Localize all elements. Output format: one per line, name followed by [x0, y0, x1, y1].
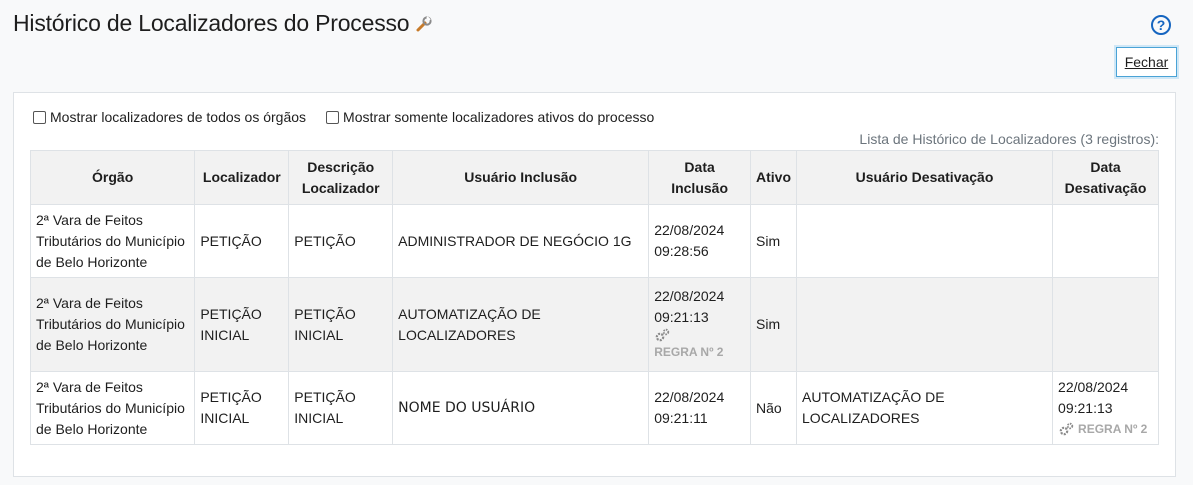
table-header-row: Órgão Localizador Descrição Localizador … — [29, 150, 1159, 205]
data-desativacao-time: 09:21:13 — [1058, 399, 1113, 416]
col-ativo[interactable]: Ativo — [750, 150, 798, 205]
cell-usuario-desativacao — [796, 204, 1054, 278]
show-all-orgs-label: Mostrar localizadores de todos os órgãos — [50, 109, 307, 125]
cell-descricao: PETIÇÃO — [288, 204, 394, 278]
cell-usuario-inclusao: ADMINISTRADOR DE NEGÓCIO 1G — [392, 204, 650, 278]
table-row: 2ª Vara de Feitos Tributários do Municíp… — [29, 277, 1159, 372]
cell-localizador: PETIÇÃO INICIAL — [194, 277, 290, 372]
table-row: 2ª Vara de Feitos Tributários do Municíp… — [29, 204, 1159, 278]
show-all-orgs-checkbox[interactable]: Mostrar localizadores de todos os órgãos — [33, 109, 306, 125]
cell-descricao: PETIÇÃO INICIAL — [288, 371, 394, 445]
page-title-text: Histórico de Localizadores do Processo — [13, 10, 410, 36]
cell-orgao: 2ª Vara de Feitos Tributários do Municíp… — [29, 204, 196, 278]
cell-usuario-inclusao: AUTOMATIZAÇÃO DE LOCALIZADORES — [392, 277, 650, 372]
cell-orgao: 2ª Vara de Feitos Tributários do Municíp… — [29, 277, 196, 372]
cell-descricao: PETIÇÃO INICIAL — [288, 277, 394, 372]
cell-orgao: 2ª Vara de Feitos Tributários do Municíp… — [29, 371, 196, 445]
cell-localizador: PETIÇÃO INICIAL — [194, 371, 290, 445]
data-inclusao-time: 09:21:11 — [654, 410, 708, 426]
cell-ativo: Sim — [750, 277, 798, 372]
gears-icon — [1059, 422, 1074, 436]
col-usuario-inclusao[interactable]: Usuário Inclusão — [392, 150, 650, 205]
gears-icon — [655, 328, 670, 342]
cell-usuario-desativacao — [796, 277, 1054, 372]
show-active-only-label: Mostrar somente localizadores ativos do … — [343, 109, 655, 125]
close-button[interactable]: Fechar — [1116, 47, 1177, 77]
cell-data-desativacao — [1052, 277, 1159, 372]
automation-rule: REGRA Nº 2 — [1058, 419, 1153, 440]
show-active-only-checkbox[interactable]: Mostrar somente localizadores ativos do … — [326, 109, 654, 125]
cell-data-desativacao: 22/08/2024 09:21:13 REGRA Nº 2 — [1052, 371, 1159, 445]
data-inclusao-time: 09:28:56 — [654, 243, 709, 259]
wrench-icon[interactable] — [415, 15, 433, 33]
cell-ativo: Não — [750, 371, 798, 445]
checkbox-box[interactable] — [326, 110, 340, 124]
automation-rule-label: REGRA Nº 2 — [654, 345, 724, 359]
col-orgao[interactable]: Órgão — [29, 150, 196, 205]
filter-options: Mostrar localizadores de todos os órgãos… — [33, 109, 654, 125]
automation-rule-label: REGRA Nº 2 — [1078, 421, 1148, 436]
page-title: Histórico de Localizadores do Processo — [13, 10, 433, 37]
table-row: 2ª Vara de Feitos Tributários do Municíp… — [29, 371, 1159, 445]
col-usuario-desativacao[interactable]: Usuário Desativação — [796, 150, 1054, 205]
close-button-label: Fechar — [1124, 54, 1169, 70]
col-data-desativacao[interactable]: Data Desativação — [1052, 150, 1159, 205]
cell-ativo: Sim — [750, 204, 798, 278]
data-inclusao-date: 22/08/2024 — [654, 389, 725, 405]
table-caption: Lista de Histórico de Localizadores (3 r… — [859, 131, 1159, 147]
cell-localizador: PETIÇÃO — [194, 204, 290, 278]
cell-data-inclusao: 22/08/2024 09:21:13 REGRA Nº 2 — [648, 277, 752, 372]
automation-rule: REGRA Nº 2 — [654, 328, 745, 363]
col-localizador[interactable]: Localizador — [194, 150, 290, 205]
cell-usuario-inclusao: NOME DO USUÁRIO — [392, 371, 650, 445]
cell-data-desativacao — [1052, 204, 1159, 278]
cell-data-inclusao: 22/08/2024 09:21:11 — [648, 371, 752, 445]
help-icon[interactable]: ? — [1151, 15, 1171, 35]
data-inclusao-date: 22/08/2024 — [654, 222, 725, 238]
help-icon-glyph: ? — [1156, 17, 1166, 33]
cell-data-inclusao: 22/08/2024 09:28:56 — [648, 204, 752, 278]
history-table: Órgão Localizador Descrição Localizador … — [29, 150, 1159, 445]
data-desativacao-date: 22/08/2024 — [1058, 378, 1129, 395]
data-inclusao-date: 22/08/2024 — [654, 288, 725, 304]
col-descricao[interactable]: Descrição Localizador — [288, 150, 394, 205]
data-inclusao-time: 09:21:13 — [654, 309, 709, 325]
cell-usuario-desativacao: AUTOMATIZAÇÃO DE LOCALIZADORES — [796, 371, 1054, 445]
checkbox-box[interactable] — [33, 110, 46, 124]
col-data-inclusao[interactable]: Data Inclusão — [648, 150, 752, 205]
